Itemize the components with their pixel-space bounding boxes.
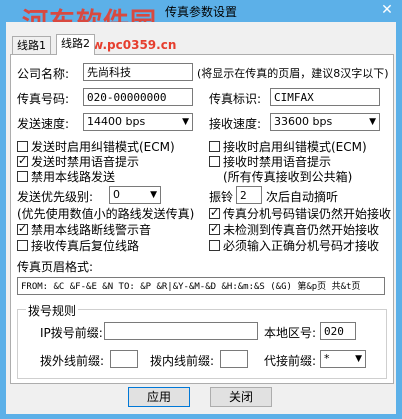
checkbox-label: 传真分机号码错误仍然开始接收 (223, 207, 392, 221)
checkbox-label: 接收传真后复位线路 (31, 239, 140, 253)
close-button[interactable]: ✕ (378, 2, 396, 19)
header-format-label: 传真页眉格式: (17, 260, 94, 274)
checkbox-disable-send[interactable]: 禁用本线路发送 (17, 168, 115, 185)
send-speed-value: 14400 bps (87, 115, 146, 128)
dial-rules-group: 拨号规则 IP拨号前缀: 本地区号: 020 拨外线前缀: 拨内线前缀: 代接前… (17, 302, 387, 379)
tab-line1[interactable]: 线路1 (12, 36, 51, 55)
priority-label: 发送优先级别: (17, 190, 94, 204)
dialog-client: 线路1 线路2 公司名称: 先尚科技 (将显示在传真的页眉，建议8汉字以下) 传… (6, 22, 396, 414)
ring-label: 振铃 (209, 190, 234, 204)
recv-public-box-hint: (所有传真接收到公共箱) (223, 170, 353, 184)
company-input[interactable]: 先尚科技 (83, 63, 193, 81)
chevron-down-icon: ▼ (150, 190, 157, 200)
replace-prefix-select[interactable]: * ▼ (320, 350, 366, 368)
apply-button[interactable]: 应用 (128, 387, 190, 407)
inside-prefix-input[interactable] (220, 350, 248, 368)
chevron-down-icon: ▼ (182, 117, 189, 127)
recv-speed-select[interactable]: 33600 bps ▼ (270, 113, 380, 131)
checkbox-box (209, 222, 220, 235)
checkbox-box (17, 154, 28, 167)
ring-suffix: 次后自动摘听 (266, 190, 339, 204)
checkbox-require-ext[interactable]: 必须输入正确分机号码才接收 (209, 237, 379, 254)
company-hint: (将显示在传真的页眉，建议8汉字以下) (197, 67, 389, 80)
dial-rules-title: 拨号规则 (26, 302, 79, 319)
area-code-input[interactable]: 020 (320, 322, 356, 340)
outside-prefix-label: 拨外线前缀: (40, 354, 105, 368)
tab-panel: 公司名称: 先尚科技 (将显示在传真的页眉，建议8汉字以下) 传真号码: 020… (10, 54, 394, 384)
company-label: 公司名称: (17, 67, 70, 81)
fax-id-label: 传真标识: (209, 92, 262, 106)
checkbox-no-tone-recv[interactable]: 未检测到传真音仍然开始接收 (209, 221, 379, 238)
checkbox-label: 必须输入正确分机号码才接收 (223, 239, 380, 253)
ip-prefix-input[interactable] (104, 322, 258, 340)
checkbox-box (17, 141, 28, 152)
fax-id-input[interactable]: CIMFAX (270, 88, 380, 106)
fax-number-label: 传真号码: (17, 92, 70, 106)
window: 传真参数设置 ✕ 河东软件园 线路1 线路2 公司名称: 先尚科技 (将显示在传… (0, 0, 402, 419)
checkbox-disable-disconnect-alarm[interactable]: 禁用本线路断线警示音 (17, 221, 151, 238)
priority-value: 0 (113, 188, 120, 201)
replace-prefix-label: 代接前缀: (264, 354, 317, 368)
checkbox-label: 禁用本线路发送 (31, 170, 116, 184)
send-speed-label: 发送速度: (17, 117, 70, 131)
send-speed-select[interactable]: 14400 bps ▼ (83, 113, 193, 131)
recv-speed-value: 33600 bps (274, 115, 333, 128)
checkbox-box (209, 206, 220, 219)
priority-hint: (优先使用数值小的路线发送传真) (17, 207, 195, 221)
checkbox-box (17, 222, 28, 235)
tab-line2[interactable]: 线路2 (56, 34, 95, 55)
checkbox-box (209, 156, 220, 167)
checkbox-label: 未检测到传真音仍然开始接收 (223, 223, 380, 237)
checkbox-box (209, 240, 220, 251)
close-dialog-button[interactable]: 关闭 (210, 387, 272, 407)
recv-speed-label: 接收速度: (209, 117, 262, 131)
inside-prefix-label: 拨内线前缀: (150, 354, 215, 368)
area-code-label: 本地区号: (264, 326, 317, 340)
fax-number-input[interactable]: 020-00000000 (83, 88, 193, 106)
checkbox-box (209, 141, 220, 152)
header-format-input[interactable]: FROM: &C &F-&E &N TO: &P &R|&Y-&M-&D &H:… (17, 277, 385, 295)
checkbox-box (17, 240, 28, 251)
ring-count-input[interactable]: 2 (236, 186, 262, 204)
outside-prefix-input[interactable] (110, 350, 138, 368)
checkbox-box (17, 171, 28, 182)
priority-select[interactable]: 0 ▼ (109, 186, 161, 204)
checkbox-reset-after-recv[interactable]: 接收传真后复位线路 (17, 237, 139, 254)
chevron-down-icon: ▼ (369, 117, 376, 127)
chevron-down-icon: ▼ (355, 354, 362, 364)
replace-prefix-value: * (324, 352, 330, 365)
checkbox-label: 禁用本线路断线警示音 (31, 223, 152, 237)
ip-prefix-label: IP拨号前缀: (40, 326, 103, 340)
checkbox-ext-error-recv[interactable]: 传真分机号码错误仍然开始接收 (209, 205, 391, 222)
